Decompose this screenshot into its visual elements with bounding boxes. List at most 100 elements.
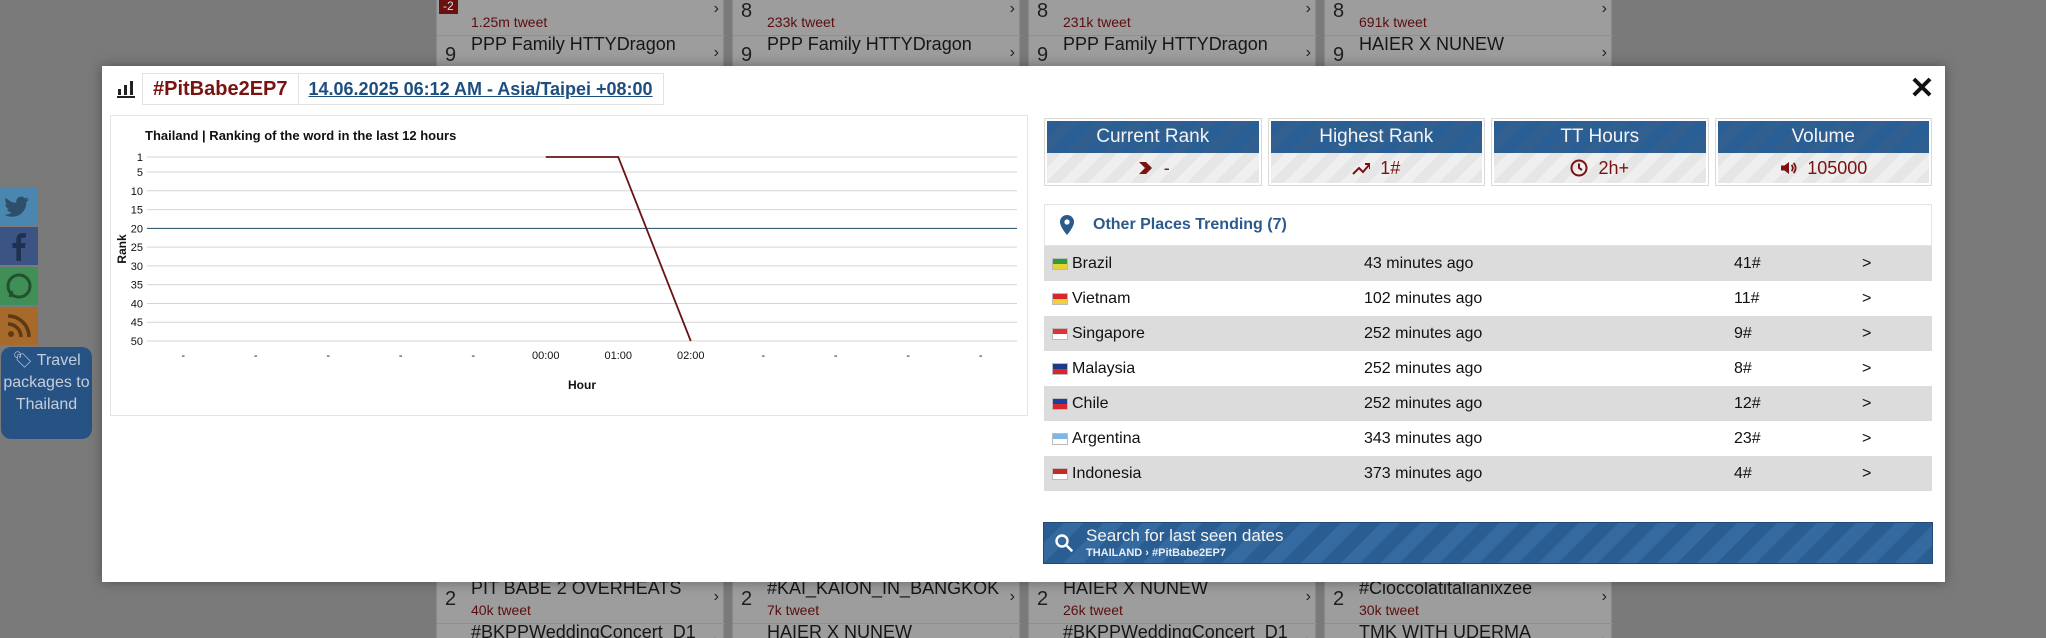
tag-icon: 🏷	[12, 352, 33, 369]
facebook-share-button[interactable]	[0, 227, 38, 265]
place-arrow[interactable]: >	[1862, 465, 1892, 483]
place-row-brazil[interactable]: Brazil 43 minutes ago 41# >	[1044, 246, 1932, 281]
place-country: Brazil	[1072, 254, 1113, 272]
stat-value-row: 2h+	[1494, 153, 1706, 183]
place-country: Argentina	[1072, 429, 1141, 447]
stat-value: 105000	[1807, 158, 1868, 178]
trend-rank: 2	[1037, 588, 1049, 610]
travel-packages-button[interactable]: 🏷 Travel packages to Thailand	[1, 347, 92, 439]
rss-feed-button[interactable]	[0, 307, 38, 345]
stat-value: 1#	[1380, 158, 1401, 178]
chevron-right-icon: ›	[1602, 632, 1607, 638]
x-tick-label: -	[326, 350, 330, 362]
y-tick-label: 1	[137, 152, 143, 164]
search-last-seen-button[interactable]: Search for last seen dates THAILAND › #P…	[1043, 522, 1933, 564]
close-button[interactable]: ✕	[1909, 74, 1935, 104]
twitter-share-button[interactable]	[0, 187, 38, 225]
place-arrow[interactable]: >	[1862, 360, 1892, 378]
background-trend-row[interactable]: 2 #KAI_KAION_IN_BANGKOK 7k tweet ›	[733, 576, 1021, 624]
search-title: Search for last seen dates	[1086, 526, 1284, 545]
trend-tweet-count: 233k tweet	[767, 14, 835, 30]
background-trend-row[interactable]: #BKPPWeddingConcert_D1 ›	[1029, 620, 1317, 638]
y-tick-label: 15	[131, 205, 143, 217]
chevron-right-icon	[1138, 162, 1152, 174]
place-row-indonesia[interactable]: Indonesia 373 minutes ago 4# >	[1044, 456, 1932, 491]
x-tick-label: -	[254, 350, 258, 362]
place-row-chile[interactable]: Chile 252 minutes ago 12# >	[1044, 386, 1932, 421]
y-tick-label: 20	[131, 223, 143, 235]
flag-icon	[1052, 397, 1068, 410]
background-trend-row[interactable]: #BKPPWeddingConcert_D1 ›	[437, 620, 725, 638]
background-trend-row[interactable]: 1.25m tweet -2 ›	[437, 0, 725, 36]
date-link[interactable]: 14.06.2025 06:12 AM - Asia/Taipei +08:00	[297, 74, 663, 104]
place-arrow[interactable]: >	[1862, 290, 1892, 308]
trend-name: #BKPPWeddingConcert_D1	[471, 622, 696, 638]
place-rank: 8#	[1734, 359, 1752, 377]
bar-chart-icon	[117, 81, 135, 98]
background-trend-row[interactable]: 8 233k tweet ›	[733, 0, 1021, 36]
chevron-right-icon: ›	[1305, 44, 1311, 61]
place-row-singapore[interactable]: Singapore 252 minutes ago 9# >	[1044, 316, 1932, 351]
place-country: Malaysia	[1072, 359, 1136, 377]
flag-icon	[1052, 257, 1068, 270]
whatsapp-share-button[interactable]	[0, 267, 38, 305]
place-arrow[interactable]: >	[1862, 395, 1892, 413]
background-trend-row[interactable]: TMK WITH UDERMA ›	[1325, 620, 1613, 638]
trend-up-icon	[1352, 163, 1371, 175]
trend-rank: 2	[741, 588, 753, 610]
chevron-right-icon: ›	[713, 44, 719, 61]
other-places-title: Other Places Trending (7)	[1093, 216, 1287, 233]
place-country: Indonesia	[1072, 464, 1142, 482]
place-arrow[interactable]: >	[1862, 255, 1892, 273]
place-row-vietnam[interactable]: Vietnam 102 minutes ago 11# >	[1044, 281, 1932, 316]
trend-rank: 8	[1037, 0, 1049, 22]
trend-tweet-count: 1.25m tweet	[471, 14, 548, 30]
rank-change-badge: -2	[439, 0, 458, 14]
x-tick-label: -	[399, 350, 403, 362]
chevron-right-icon: ›	[1010, 632, 1015, 638]
background-trend-row[interactable]: 2 PIT BABE 2 OVERHEATS 40k tweet ›	[437, 576, 725, 624]
twitter-icon	[0, 187, 38, 225]
x-tick-label: -	[471, 350, 475, 362]
place-arrow[interactable]: >	[1862, 325, 1892, 343]
stat-title: Highest Rank	[1270, 121, 1482, 153]
place-arrow[interactable]: >	[1862, 430, 1892, 448]
y-tick-label: 10	[131, 186, 143, 198]
rank-chart: Thailand | Ranking of the word in the la…	[110, 115, 1028, 416]
y-tick-label: 25	[131, 242, 143, 254]
place-rank: 23#	[1734, 429, 1761, 447]
place-row-argentina[interactable]: Argentina 343 minutes ago 23# >	[1044, 421, 1932, 456]
header-info-box: #PitBabe2EP7 14.06.2025 06:12 AM - Asia/…	[142, 73, 664, 105]
trend-tweet-count: 7k tweet	[767, 602, 820, 618]
stat-value-row: -	[1047, 153, 1259, 183]
y-tick-label: 40	[131, 298, 143, 310]
trend-name: PPP Family HTTYDragon	[767, 34, 972, 54]
background-trend-row[interactable]: 8 231k tweet ›	[1029, 0, 1317, 36]
background-trend-row[interactable]: 2 HAIER X NUNEW 26k tweet ›	[1029, 576, 1317, 624]
place-time: 252 minutes ago	[1364, 324, 1483, 342]
place-row-malaysia[interactable]: Malaysia 252 minutes ago 8# >	[1044, 351, 1932, 386]
chevron-right-icon: ›	[1009, 44, 1015, 61]
chevron-right-icon: ›	[1306, 632, 1311, 638]
background-trend-row[interactable]: HAIER X NUNEW ›	[733, 620, 1021, 638]
y-tick-label: 5	[137, 167, 143, 179]
rank-chart-svg: Thailand | Ranking of the word in the la…	[115, 128, 1017, 392]
place-time: 252 minutes ago	[1364, 359, 1483, 377]
location-pin-icon	[1060, 215, 1074, 235]
place-time: 252 minutes ago	[1364, 394, 1483, 412]
flag-icon	[1052, 467, 1068, 480]
chevron-right-icon: ›	[713, 588, 719, 605]
background-trend-row[interactable]: 2 #Cioccolatitalianixzee 30k tweet ›	[1325, 576, 1613, 624]
trend-rank: 9	[741, 44, 753, 66]
search-text: Search for last seen dates THAILAND › #P…	[1086, 526, 1284, 560]
places-list: Brazil 43 minutes ago 41# > Vietnam 102 minut…	[1044, 246, 1932, 491]
chevron-right-icon: ›	[713, 0, 719, 17]
place-time: 373 minutes ago	[1364, 464, 1483, 482]
trend-name: PPP Family HTTYDragon	[1063, 34, 1268, 54]
background-trend-row[interactable]: 8 691k tweet ›	[1325, 0, 1613, 36]
chevron-right-icon: ›	[714, 632, 719, 638]
trend-name: HAIER X NUNEW	[767, 622, 913, 638]
chevron-right-icon: ›	[1305, 588, 1311, 605]
flag-icon	[1052, 362, 1068, 375]
trend-tweet-count: 691k tweet	[1359, 14, 1427, 30]
